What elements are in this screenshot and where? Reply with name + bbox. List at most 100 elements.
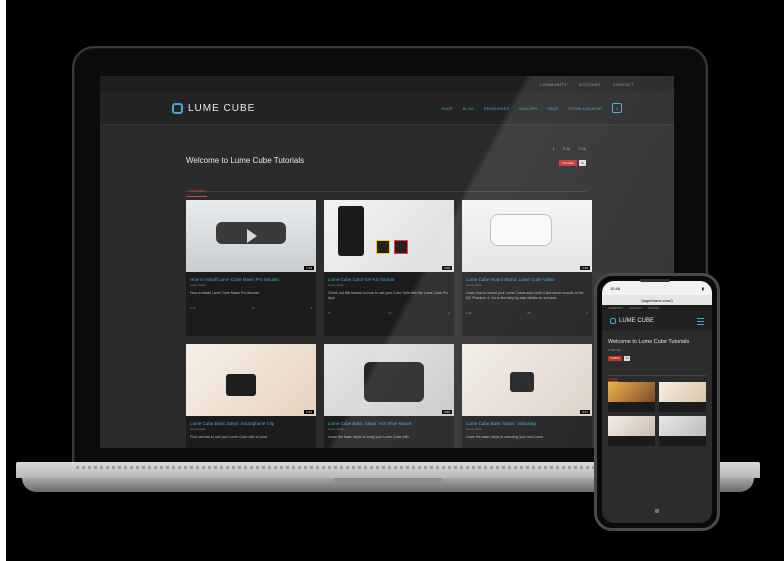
tab-bar: Tutorials [186,179,586,197]
phone-brand-logo[interactable]: LUME CUBE [610,318,654,324]
video-comments: 4 [586,311,588,315]
video-likes: 20 [527,311,531,315]
utility-link-contact[interactable]: CONTACT [613,82,634,87]
video-comments: 3 [310,306,312,310]
tab-tutorials[interactable]: Tutorials [186,188,208,197]
phone-nav-community[interactable]: COMMUNITY [608,307,623,310]
video-card[interactable]: 0:40 Lume Cube Basic Steps: Smartphone C… [186,344,316,448]
video-card[interactable]: 2:18 How to Install Lume Cube Mavic Pro … [186,200,316,336]
light-cube-icon [226,374,256,396]
brand-name: LUME CUBE [188,102,256,114]
stat-views: 2.1k [578,146,586,151]
phone-brand-name: LUME CUBE [619,318,655,324]
utility-link-community[interactable]: COMMUNITY [540,82,567,87]
video-thumbnail[interactable]: 0:52 [324,344,454,416]
video-duration: 1:22 [580,266,590,270]
product-showcase: COMMUNITY ACCOUNT CONTACT LUME CUBE SHOP… [6,0,784,561]
video-duration: 0:40 [304,410,314,414]
video-title[interactable]: Lume Cube Color Gel Kit Tutorial [324,272,454,283]
video-title[interactable]: Lume Cube Basic Steps: Unboxing [462,416,592,427]
phone-youtube-button[interactable]: YouTube [608,356,622,361]
video-thumbnail[interactable] [659,382,706,402]
phone-frame: 10:48 ▮ (lagerthane.com/) COMMUNITY ACCO… [594,273,720,531]
utility-link-account[interactable]: ACCOUNT [579,82,601,87]
video-thumbnail[interactable] [608,416,655,436]
channel-header: Welcome to Lume Cube Tutorials 1 2.1k 2.… [186,146,586,197]
nav-shop[interactable]: SHOP [441,106,452,111]
video-likes: 15 [251,306,255,310]
phone-video-grid [608,382,706,446]
video-description: Learn how to mount your Lume Cubes and L… [466,291,584,300]
light-cube-icon [394,240,408,254]
laptop-notch [334,478,442,484]
nav-gallery[interactable]: GALLERY [519,106,537,111]
youtube-count: 1k [578,160,586,166]
phone-time: 10:48 [610,285,621,291]
phone-video-card[interactable] [659,382,706,412]
phone-video-card[interactable] [608,382,655,412]
nav-resources[interactable]: RESOURCES [484,106,509,111]
phone-video-card[interactable] [659,416,706,446]
video-description: How to install Lume Cube Mavic Pro Mount… [190,291,259,295]
video-card[interactable]: 0:47 Lume Cube Basic Steps: Unboxing Lum… [462,344,592,448]
brand-logo[interactable]: LUME CUBE [172,102,256,114]
phone-video-card[interactable] [608,416,655,446]
video-duration: 1:03 [442,266,452,270]
phone-nav-account[interactable]: ACCOUNT [629,307,641,310]
light-cube-icon [376,240,390,254]
phone-youtube-subscribe[interactable]: YouTube 1k [608,356,706,361]
video-description: Find out how to use your Lume Cube with … [190,435,268,439]
phone-nav-contact[interactable]: CONTACT [648,307,660,310]
cube-icon [610,318,616,324]
page-indicator-icon [655,509,659,513]
phone-url-bar[interactable]: (lagerthane.com/) [602,295,712,305]
nav-blog[interactable]: BLOG [463,106,474,111]
cart-button[interactable]: 0 [612,103,622,113]
video-duration: 0:52 [442,410,452,414]
cart-count: 0 [615,105,619,111]
main-nav: SHOP BLOG RESOURCES GALLERY FAQS STORE L… [441,103,622,113]
video-thumbnail[interactable]: 0:40 [186,344,316,416]
video-views: 1.2k [190,306,196,310]
youtube-button[interactable]: YouTube [559,160,577,166]
youtube-subscribe[interactable]: YouTube 1k [559,160,586,166]
hamburger-menu-icon[interactable] [697,317,704,325]
video-card[interactable]: 0:52 Lume Cube Basic Steps: Hot Shoe Mou… [324,344,454,448]
phone-url: (lagerthane.com/) [641,297,673,303]
phone-tab-bar: Tutorials [608,367,706,382]
video-card[interactable]: 1:03 Lume Cube Color Gel Kit Tutorial Lu… [324,200,454,336]
channel-stats: 1 2.1k 2.1k [553,146,586,151]
video-thumbnail[interactable]: 2:18 [186,200,316,272]
video-comments: 2 [448,311,450,315]
video-title[interactable]: How to Install Lume Cube Mavic Pro Mount… [186,272,316,283]
video-grid: 2:18 How to Install Lume Cube Mavic Pro … [186,200,592,448]
phone-notch [640,279,670,282]
video-duration: 0:47 [580,410,590,414]
nav-store-locator[interactable]: STORE LOCATOR [568,106,602,111]
video-meta: 2.1k 20 4 [462,305,592,321]
video-card[interactable]: 1:22 Lume Cube Mount Stand: Lume Cube Vi… [462,200,592,336]
drone-icon [490,214,552,246]
video-views: 2.1k [466,311,472,315]
video-thumbnail[interactable] [608,382,655,402]
video-thumbnail[interactable]: 0:47 [462,344,592,416]
play-icon[interactable] [247,229,257,243]
phone-channel-stats: 1 2.1k 2.1k [608,349,621,352]
stat-videos: 1 [552,146,555,151]
video-description: Learn the basic steps of using your Lume… [328,435,409,439]
video-thumbnail[interactable] [659,416,706,436]
battery-icon: ▮ [701,285,704,291]
phone-screen: 10:48 ▮ (lagerthane.com/) COMMUNITY ACCO… [602,281,712,523]
nav-faqs[interactable]: FAQS [548,106,559,111]
video-meta: 1k 12 2 [324,305,454,321]
video-title[interactable]: Lume Cube Mount Stand: Lume Cube Video [462,272,592,283]
video-thumbnail[interactable]: 1:03 [324,200,454,272]
video-duration: 2:18 [304,266,314,270]
page-title: Welcome to Lume Cube Tutorials [186,156,305,165]
phone-page-title: Welcome to Lume Cube Tutorials [608,339,690,345]
cube-icon [172,102,183,114]
video-title[interactable]: Lume Cube Basic Steps: Hot Shoe Mount [324,416,454,427]
video-title[interactable]: Lume Cube Basic Steps: Smartphone Clip [186,416,316,427]
video-thumbnail[interactable]: 1:22 [462,200,592,272]
video-meta: 1.2k 15 3 [186,300,316,316]
